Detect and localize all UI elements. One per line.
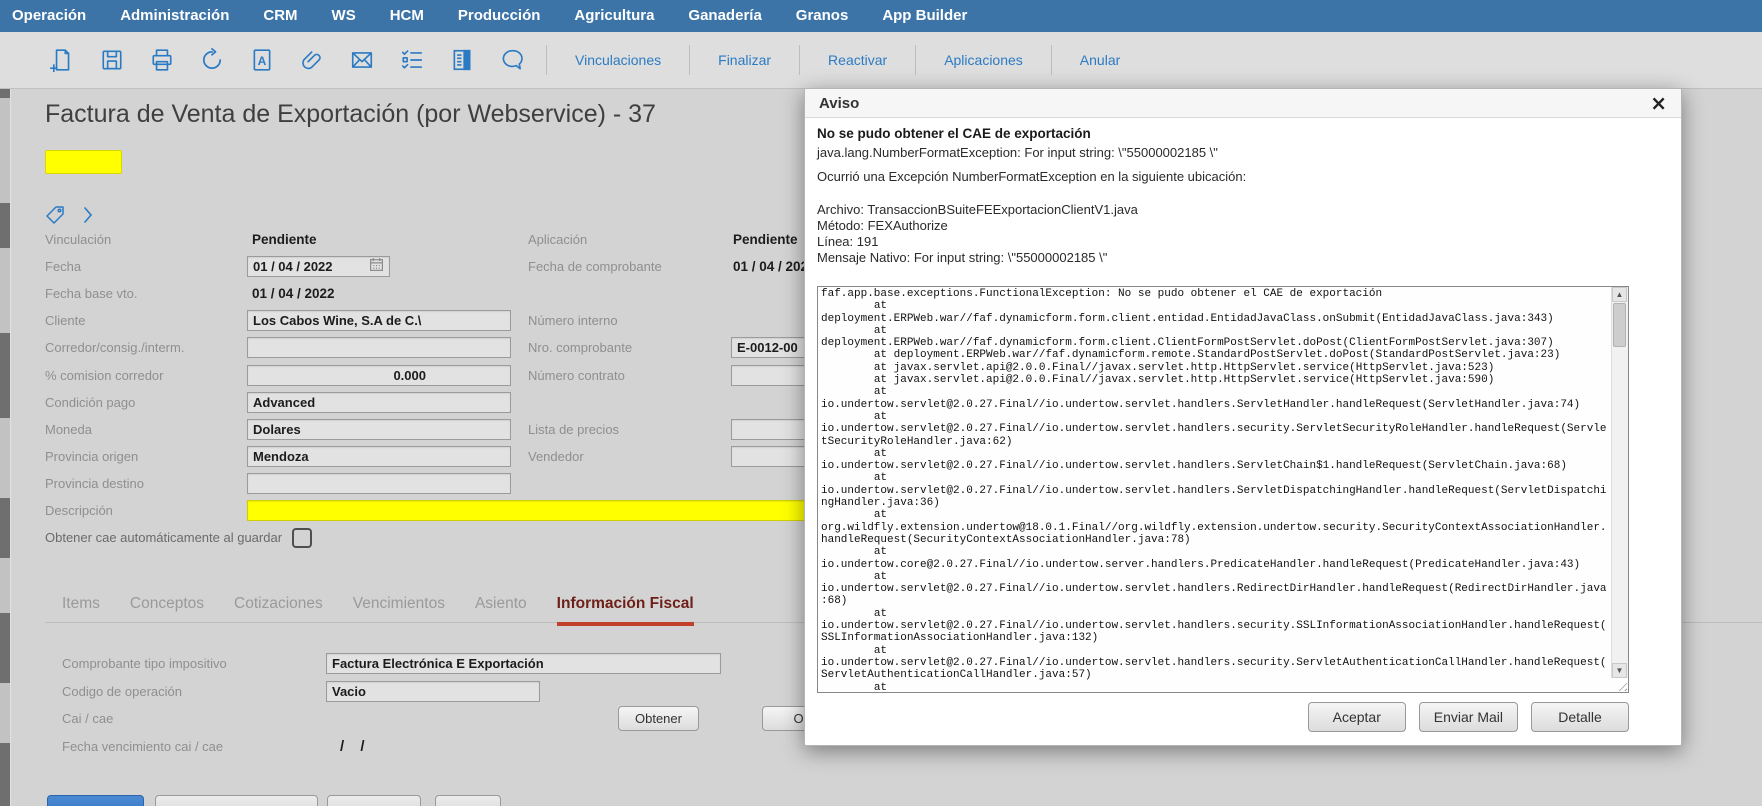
nav-item-ganaderia[interactable]: Ganadería: [671, 0, 778, 32]
corredor-input[interactable]: [247, 337, 511, 359]
dialog-body: No se pudo obtener el CAE de exportación…: [805, 118, 1681, 744]
comprobante-tipo-impositivo-input[interactable]: Factura Electrónica E Exportación: [326, 652, 721, 674]
nav-item-produccion[interactable]: Producción: [441, 0, 558, 32]
bottom-action-primary-button[interactable]: [47, 795, 144, 806]
fiscal-row: Comprobante tipo impositivo Factura Elec…: [62, 650, 721, 676]
close-icon[interactable]: ×: [1646, 93, 1671, 113]
svg-text:A: A: [258, 54, 267, 68]
toolbar-separator: [546, 45, 547, 75]
tab-bar: Items Conceptos Cotizaciones Vencimiento…: [62, 595, 694, 626]
toolbar-separator: [915, 45, 917, 75]
print-icon[interactable]: [150, 48, 174, 72]
aviso-dialog: Aviso × No se pudo obtener el CAE de exp…: [804, 88, 1682, 746]
toolbar-link-aplicaciones[interactable]: Aplicaciones: [930, 52, 1037, 68]
scrollbar-thumb[interactable]: [1613, 303, 1626, 347]
tab-vencimientos[interactable]: Vencimientos: [353, 595, 445, 626]
left-edge-strip: [0, 88, 11, 806]
highlighted-field: [45, 150, 122, 174]
stack-trace-textarea[interactable]: faf.app.base.exceptions.FunctionalExcept…: [817, 286, 1629, 693]
toolbar-separator: [1050, 45, 1052, 75]
nav-item-operacion[interactable]: Operación: [0, 0, 103, 32]
nav-item-administracion[interactable]: Administración: [103, 0, 246, 32]
error-mensaje: Mensaje Nativo: For input string: \"5500…: [817, 250, 1108, 265]
condicion-pago-input[interactable]: Advanced: [247, 391, 511, 413]
descripcion-input[interactable]: [247, 499, 887, 521]
resize-grip[interactable]: [1615, 679, 1627, 691]
email-icon[interactable]: [350, 48, 374, 72]
tab-items[interactable]: Items: [62, 595, 100, 626]
cliente-input[interactable]: Los Cabos Wine, S.A de C.\: [247, 310, 511, 332]
calendar-icon[interactable]: [369, 257, 384, 276]
error-title: No se pudo obtener el CAE de exportación: [817, 126, 1091, 141]
bottom-action-button[interactable]: [327, 795, 421, 806]
scroll-down-icon[interactable]: ▼: [1612, 663, 1627, 678]
bottom-action-button[interactable]: [435, 795, 501, 806]
history-icon[interactable]: [200, 48, 224, 72]
dialog-title: Aviso: [819, 94, 860, 112]
error-linea: Línea: 191: [817, 234, 879, 249]
form-row: Descripción: [45, 497, 895, 524]
bottom-action-button[interactable]: [155, 795, 318, 806]
tab-cotizaciones[interactable]: Cotizaciones: [234, 595, 323, 626]
top-navbar: Operación Administración CRM WS HCM Prod…: [0, 0, 1762, 32]
enviar-mail-button[interactable]: Enviar Mail: [1418, 702, 1518, 732]
error-exception-line: java.lang.NumberFormatException: For inp…: [817, 145, 1218, 160]
fiscal-row: Fecha vencimiento cai / cae / /: [62, 737, 371, 755]
toolbar-separator: [799, 45, 801, 75]
stack-trace-text: faf.app.base.exceptions.FunctionalExcept…: [821, 288, 1607, 692]
aplicacion-status: Pendiente: [733, 232, 798, 248]
report-icon[interactable]: [450, 48, 474, 72]
provincia-origen-input[interactable]: Mendoza: [247, 445, 511, 467]
toolbar: A Vinculaciones Finalizar Reactivar Apli…: [0, 32, 1762, 89]
form-row: Provincia destino: [45, 470, 895, 497]
aceptar-button[interactable]: Aceptar: [1307, 702, 1406, 732]
fecha-vencimiento-cae-value: / /: [340, 737, 371, 755]
error-archivo: Archivo: TransaccionBSuiteFEExportacionC…: [817, 202, 1138, 217]
dialog-footer: Aceptar Enviar Mail Detalle: [817, 702, 1629, 732]
error-location: Archivo: TransaccionBSuiteFEExportacionC…: [817, 202, 1669, 266]
nav-item-agricultura[interactable]: Agricultura: [557, 0, 671, 32]
document-a-icon[interactable]: A: [250, 48, 274, 72]
tab-informacion-fiscal[interactable]: Información Fiscal: [556, 595, 694, 626]
detalle-button[interactable]: Detalle: [1531, 702, 1629, 732]
dialog-header: Aviso ×: [805, 89, 1681, 118]
codigo-operacion-input[interactable]: Vacio: [326, 680, 540, 702]
toolbar-link-finalizar[interactable]: Finalizar: [704, 52, 785, 68]
error-occurred-line: Ocurrió una Excepción NumberFormatExcept…: [817, 169, 1247, 184]
nav-item-crm[interactable]: CRM: [246, 0, 314, 32]
obtener-cae-button[interactable]: Obtener: [618, 705, 699, 731]
fecha-base-vto-value: 01 / 04 / 2022: [252, 286, 335, 302]
vinculacion-status: Pendiente: [252, 232, 317, 248]
attachment-icon[interactable]: [300, 48, 324, 72]
error-metodo: Método: FEXAuthorize: [817, 218, 948, 233]
toolbar-separator: [689, 45, 691, 75]
comment-icon[interactable]: [500, 48, 524, 72]
toolbar-link-anular[interactable]: Anular: [1066, 52, 1134, 68]
nav-item-hcm[interactable]: HCM: [373, 0, 441, 32]
save-icon[interactable]: [100, 48, 124, 72]
nav-item-ws[interactable]: WS: [315, 0, 373, 32]
fecha-comprobante-value: 01 / 04 / 2022: [733, 259, 816, 275]
form-row: Obtener cae automáticamente al guardar: [45, 524, 895, 551]
tab-conceptos[interactable]: Conceptos: [130, 595, 204, 626]
provincia-destino-input[interactable]: [247, 472, 511, 494]
toolbar-link-reactivar[interactable]: Reactivar: [814, 52, 901, 68]
comision-corredor-input[interactable]: 0.000: [247, 364, 511, 386]
moneda-input[interactable]: Dolares: [247, 418, 511, 440]
toolbar-link-vinculaciones[interactable]: Vinculaciones: [561, 52, 675, 68]
obtener-cae-checkbox[interactable]: [292, 527, 313, 548]
new-document-icon[interactable]: [49, 48, 74, 73]
nav-item-app-builder[interactable]: App Builder: [865, 0, 984, 32]
page-title: Factura de Venta de Exportación (por Web…: [45, 100, 656, 128]
scroll-up-icon[interactable]: ▲: [1612, 287, 1627, 302]
scrollbar[interactable]: ▲ ▼: [1611, 287, 1628, 678]
app-window: Operación Administración CRM WS HCM Prod…: [0, 0, 1762, 806]
nav-item-granos[interactable]: Granos: [779, 0, 866, 32]
tab-asiento[interactable]: Asiento: [475, 595, 527, 626]
fiscal-row: Codigo de operación Vacio: [62, 678, 540, 704]
checklist-icon[interactable]: [400, 48, 424, 72]
fecha-input[interactable]: 01 / 04 / 2022: [247, 256, 390, 278]
